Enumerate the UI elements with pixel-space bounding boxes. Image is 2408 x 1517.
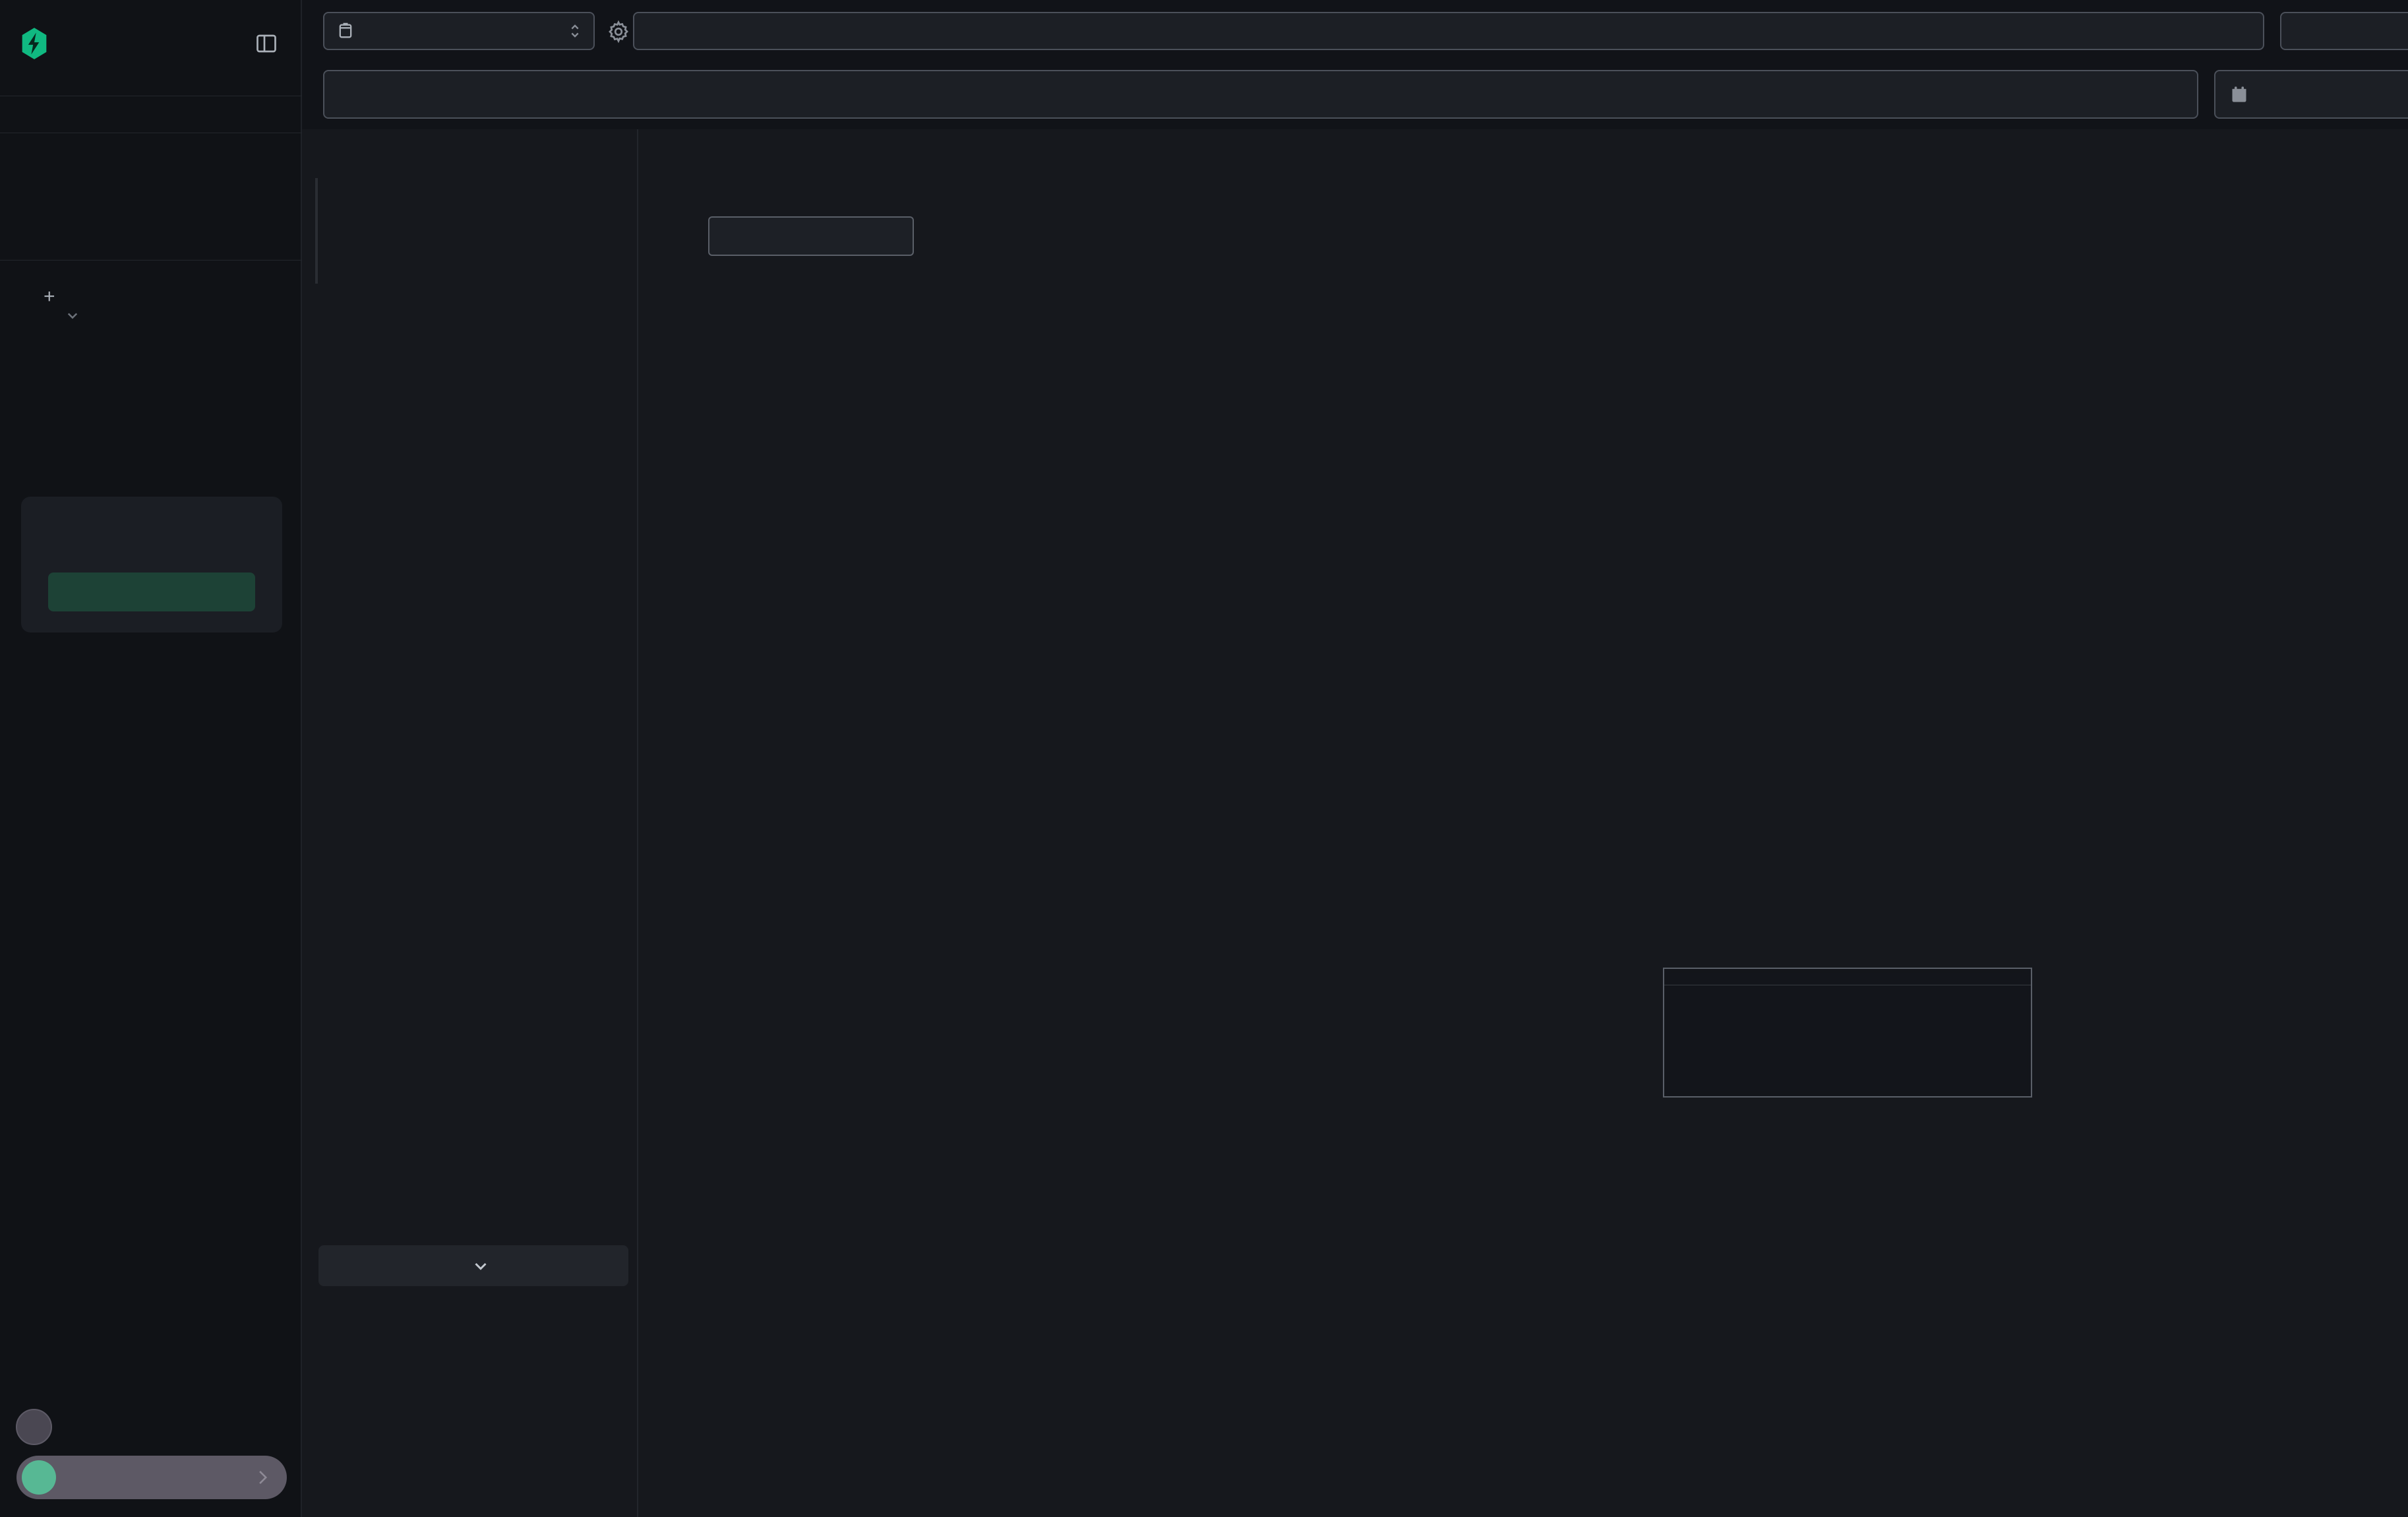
search-input[interactable] [323,70,2198,119]
top-bar [302,0,2408,129]
clickhouse-cloud-promo [21,497,282,633]
analysis-mode-rail [315,178,318,284]
chart-tooltip [1663,968,2032,1098]
tooltip-value [1664,985,2031,995]
gear-icon[interactable] [607,20,630,44]
chevron-down-icon [66,309,79,322]
plus-icon: + [44,286,55,308]
sidebar: + [0,0,302,1517]
more-filters-button[interactable] [318,1245,628,1286]
order-by-input[interactable] [2280,12,2408,50]
filter-by-selection-button[interactable] [708,216,914,256]
chevron-down-icon [473,1258,489,1274]
date-range-input[interactable] [2214,70,2408,119]
chevron-right-icon [255,1469,270,1486]
create-dashboard-button[interactable]: + [44,286,70,308]
local-mode-button[interactable] [16,1456,287,1499]
hyperdx-app: + [0,0,2408,1517]
presets-toggle[interactable] [66,309,90,322]
tooltip-title [1664,969,2031,985]
help-button[interactable] [16,1409,52,1445]
hyperdx-logo-icon [20,28,49,59]
brand[interactable] [20,28,61,59]
calendar-icon [2230,84,2248,104]
source-select[interactable] [323,12,595,50]
select-query-input[interactable] [633,12,2264,50]
collapse-sidebar-icon[interactable] [255,32,278,55]
database-icon [336,22,355,40]
select-chevrons-icon [568,22,582,40]
tooltip-outliers [1664,995,2031,1009]
avatar [22,1460,56,1495]
filter-panel [302,129,638,1517]
get-started-button[interactable] [48,573,255,611]
tooltip-inliers [1664,1009,2031,1014]
